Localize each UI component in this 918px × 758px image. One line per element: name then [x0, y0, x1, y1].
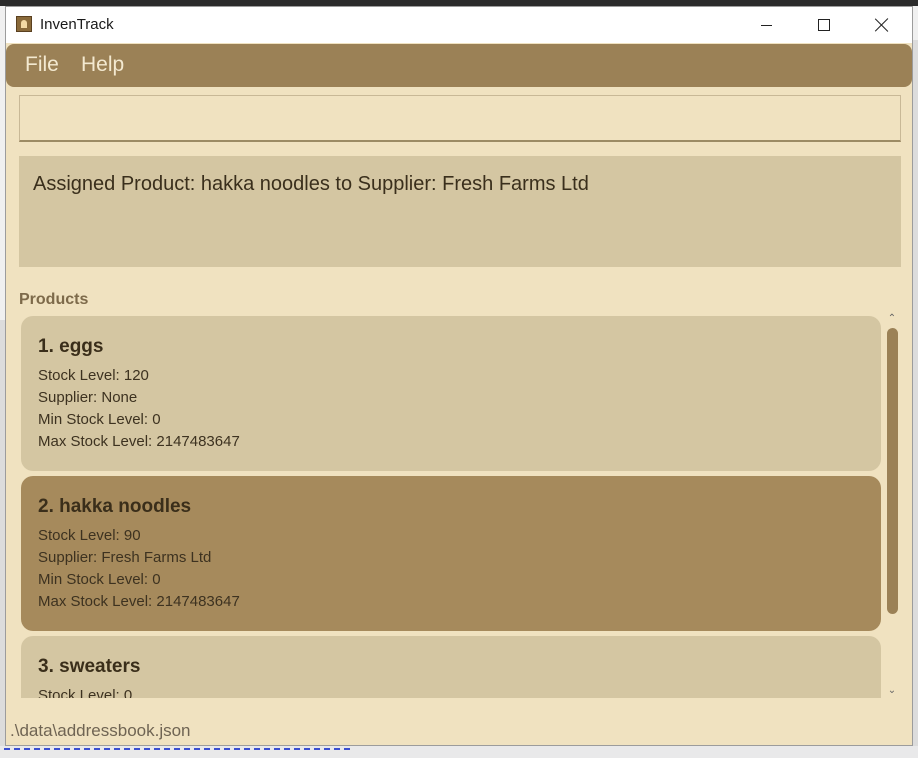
- window-title: InvenTrack: [40, 16, 114, 33]
- product-card-hakka-noodles[interactable]: 2. hakka noodles Stock Level: 90 Supplie…: [21, 476, 881, 631]
- product-min-stock: Min Stock Level: 0: [38, 571, 161, 588]
- product-max-stock: Max Stock Level: 2147483647: [38, 593, 240, 610]
- products-heading: Products: [19, 291, 89, 308]
- product-card-eggs[interactable]: 1. eggs Stock Level: 120 Supplier: None …: [21, 316, 881, 471]
- product-title: 3. sweaters: [38, 656, 141, 677]
- product-stock-level: Stock Level: 0: [38, 687, 133, 698]
- app-window: InvenTrack File Help Assigned Product: h…: [5, 6, 913, 746]
- product-supplier: Supplier: None: [38, 389, 138, 406]
- title-bar[interactable]: InvenTrack: [6, 7, 912, 43]
- minimize-icon: [760, 24, 772, 26]
- command-input[interactable]: [19, 95, 901, 142]
- status-bar: .\data\addressbook.json: [6, 715, 912, 745]
- menu-bar: File Help: [6, 44, 912, 87]
- close-button[interactable]: [853, 7, 911, 43]
- maximize-icon: [818, 19, 830, 31]
- product-supplier: Supplier: Fresh Farms Ltd: [38, 549, 212, 566]
- product-max-stock: Max Stock Level: 2147483647: [38, 433, 240, 450]
- product-card-sweaters[interactable]: 3. sweaters Stock Level: 0: [21, 636, 881, 698]
- app-icon: [16, 16, 32, 32]
- scroll-up-icon[interactable]: ⌃: [887, 314, 897, 324]
- data-file-path: .\data\addressbook.json: [10, 721, 191, 740]
- background-dashed-line: [4, 748, 350, 750]
- product-stock-level: Stock Level: 120: [38, 367, 149, 384]
- maximize-button[interactable]: [795, 7, 853, 43]
- background-window-edge-right: [913, 40, 918, 746]
- product-list[interactable]: 1. eggs Stock Level: 120 Supplier: None …: [19, 314, 885, 698]
- minimize-button[interactable]: [737, 7, 795, 43]
- menu-help[interactable]: Help: [81, 53, 124, 77]
- menu-file[interactable]: File: [25, 53, 59, 77]
- product-title: 2. hakka noodles: [38, 496, 192, 517]
- product-list-scrollbar[interactable]: ⌃ ⌄: [885, 314, 899, 698]
- result-message: Assigned Product: hakka noodles to Suppl…: [33, 173, 589, 195]
- scroll-down-icon[interactable]: ⌄: [887, 686, 897, 696]
- scrollbar-thumb[interactable]: [887, 328, 898, 614]
- result-display: Assigned Product: hakka noodles to Suppl…: [19, 156, 901, 267]
- product-stock-level: Stock Level: 90: [38, 527, 141, 544]
- product-title: 1. eggs: [38, 336, 104, 357]
- close-icon: [875, 18, 889, 32]
- product-min-stock: Min Stock Level: 0: [38, 411, 161, 428]
